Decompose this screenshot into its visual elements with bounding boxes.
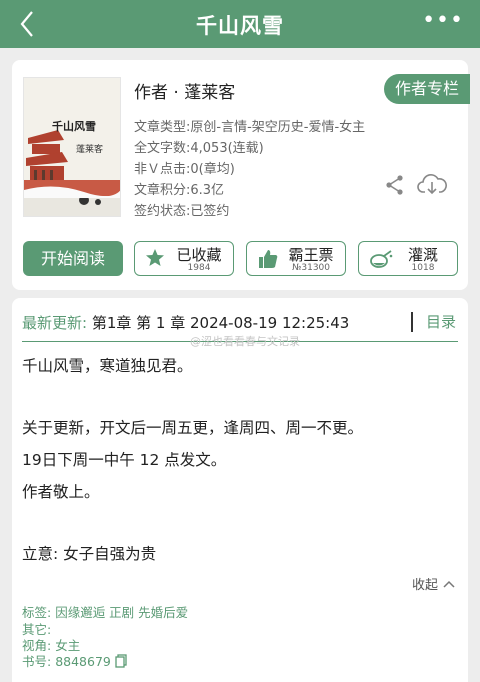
latest-update[interactable]: 最新更新: 第1章 第 1 章 2024-08-19 12:25:43 bbox=[22, 312, 349, 333]
favorite-label: 已收藏 bbox=[176, 246, 222, 264]
page-title: 千山风雪 bbox=[196, 14, 284, 38]
book-intro-card: 最新更新: 第1章 第 1 章 2024-08-19 12:25:43 目录 @… bbox=[12, 298, 468, 682]
irrigate-button[interactable]: 灌溉 1018 bbox=[358, 241, 458, 276]
top-bar: 千山风雪 ••• bbox=[0, 0, 480, 48]
watering-flask-icon bbox=[369, 248, 393, 274]
intro-paragraph: 19日下周一中午 12 点发文。 bbox=[22, 451, 227, 469]
author-name[interactable]: 作者 · 蓬莱客 bbox=[134, 78, 235, 103]
more-options-icon[interactable]: ••• bbox=[422, 10, 464, 32]
intro-paragraph: 作者敬上。 bbox=[22, 483, 100, 501]
copy-icon[interactable] bbox=[115, 654, 127, 668]
intro-theme: 立意: 女子自强为贵 bbox=[22, 545, 157, 563]
irrigate-label: 灌溉 bbox=[407, 246, 438, 264]
favorite-count: 1984 bbox=[187, 263, 211, 273]
meta-clicks: 非Ｖ点击:0(章均) bbox=[134, 162, 235, 177]
meta-contract: 签约状态:已签约 bbox=[134, 204, 230, 219]
overlord-ticket-label: 霸王票 bbox=[288, 246, 334, 264]
thumbs-up-icon bbox=[257, 248, 279, 274]
book-number-row: 书号: 8848679 bbox=[22, 651, 127, 670]
cover-title: 千山风雪 bbox=[52, 120, 96, 133]
favorite-button[interactable]: 已收藏 1984 bbox=[134, 241, 234, 276]
collapse-button[interactable]: 收起 bbox=[412, 574, 456, 593]
start-reading-button[interactable]: 开始阅读 bbox=[23, 241, 123, 276]
table-of-contents-link[interactable]: 目录 bbox=[426, 311, 456, 332]
tags-value[interactable]: 因缘邂逅 正剧 先婚后爱 bbox=[55, 605, 188, 620]
overlord-ticket-count: №31300 bbox=[292, 263, 330, 273]
share-icon[interactable] bbox=[384, 174, 406, 200]
book-number-value: 8848679 bbox=[55, 654, 111, 669]
irrigate-count: 1018 bbox=[411, 263, 435, 273]
book-number-label: 书号: bbox=[22, 654, 52, 669]
intro-paragraph: 千山风雪，寒道独见君。 bbox=[22, 357, 193, 375]
latest-update-value: 第1章 第 1 章 2024-08-19 12:25:43 bbox=[91, 314, 350, 332]
watermark: @涩也看看春与文记录 bbox=[190, 335, 300, 348]
latest-update-key: 最新更新: bbox=[22, 314, 88, 332]
author-column-button[interactable]: 作者专栏 bbox=[384, 74, 470, 104]
overlord-ticket-button[interactable]: 霸王票 №31300 bbox=[246, 241, 346, 276]
star-icon bbox=[145, 248, 165, 272]
book-cover[interactable]: 千山风雪 蓬莱客 bbox=[23, 77, 121, 217]
divider bbox=[411, 312, 413, 332]
chevron-up-icon bbox=[443, 580, 455, 588]
meta-score: 文章积分:6.3亿 bbox=[134, 183, 225, 198]
book-info-card: 千山风雪 蓬莱客 作者 · 蓬莱客 作者专栏 文章类型:原创-言情-架空历史-爱… bbox=[12, 60, 470, 290]
meta-word-count: 全文字数:4,053(连载) bbox=[134, 141, 264, 156]
cloud-download-icon[interactable] bbox=[417, 172, 447, 200]
intro-paragraph: 关于更新，开文后一周五更，逢周四、周一不更。 bbox=[22, 419, 364, 437]
tags-label: 标签: bbox=[22, 605, 52, 620]
collapse-label: 收起 bbox=[412, 578, 439, 593]
meta-genre: 文章类型:原创-言情-架空历史-爱情-女主 bbox=[134, 120, 366, 135]
cover-author: 蓬莱客 bbox=[76, 145, 104, 155]
